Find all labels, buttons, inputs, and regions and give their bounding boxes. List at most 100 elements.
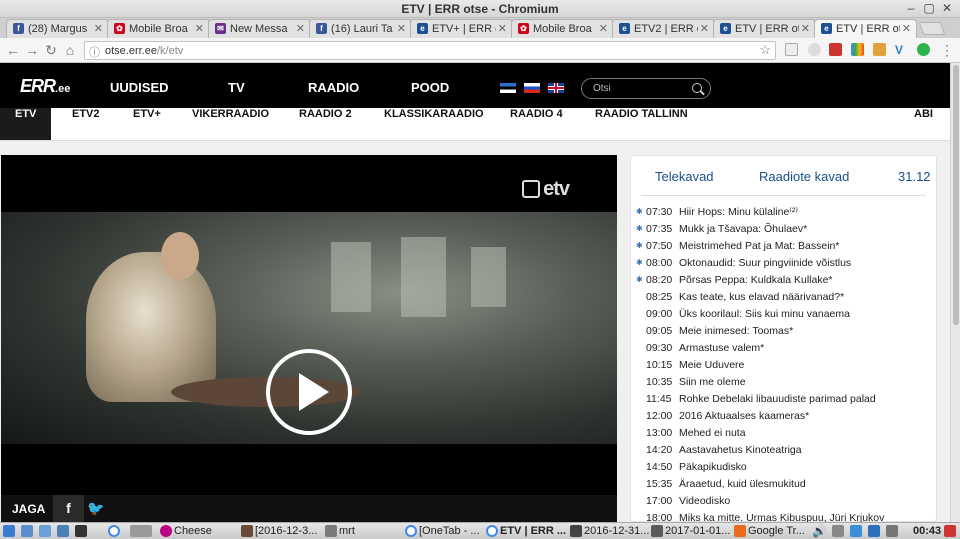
close-tab-icon[interactable]: ✕	[498, 22, 507, 35]
channel-etv2[interactable]: ETV2	[72, 108, 100, 140]
battery-icon[interactable]	[886, 525, 898, 537]
forward-icon[interactable]: →	[24, 42, 40, 58]
extension-icon[interactable]: V	[895, 43, 908, 57]
search-input[interactable]: Otsi	[581, 78, 711, 99]
schedule-row[interactable]: 14:50 Päkapikudisko	[631, 459, 931, 476]
launcher-icon[interactable]	[21, 525, 33, 537]
nav-raadio[interactable]: RAADIO	[308, 80, 359, 95]
channel-etv[interactable]: ETV	[0, 108, 52, 140]
schedule-row[interactable]: ✱ 07:30 Hiir Hops: Minu külaline⁽²⁾	[631, 204, 931, 221]
close-tab-icon[interactable]: ✕	[195, 22, 204, 35]
close-window-icon[interactable]: ✕	[940, 1, 954, 15]
schedule-row[interactable]: ✱ 07:35 Mukk ja Tšavapa: Õhulaev*	[631, 221, 931, 238]
replay-icon[interactable]: ✱	[636, 275, 643, 284]
schedule-row[interactable]: ✱ 07:50 Meistrimehed Pat ja Mat: Bassein*	[631, 238, 931, 255]
launcher-icon[interactable]	[57, 525, 69, 537]
info-icon[interactable]: ⓘ	[89, 44, 100, 60]
address-bar[interactable]: ⓘ otse.err.ee/k/etv ☆	[84, 41, 776, 60]
new-tab-button[interactable]	[918, 22, 946, 35]
close-tab-icon[interactable]: ✕	[94, 22, 103, 35]
tab-raadiote-kavad[interactable]: Raadiote kavad	[759, 169, 849, 184]
extension-icon[interactable]	[917, 43, 930, 56]
taskbar-window-google[interactable]: Google Tr...	[748, 524, 805, 539]
menu-icon[interactable]: ⋮	[939, 42, 955, 59]
channel-etv-plus[interactable]: ETV+	[133, 108, 161, 140]
help-link[interactable]: ABI	[914, 108, 933, 140]
nav-uudised[interactable]: UUDISED	[110, 80, 169, 95]
taskbar-window[interactable]: 2017-01-01...	[665, 524, 730, 539]
err-logo[interactable]: ERR.ee	[20, 76, 70, 97]
schedule-row[interactable]: 13:00 Mehed ei nuta	[631, 425, 931, 442]
browser-tab[interactable]: e ETV+ | ERR o ✕	[410, 19, 513, 38]
tab-telekavad[interactable]: Telekavad	[655, 169, 714, 184]
video-player[interactable]: etv JAGA f 🐦	[1, 155, 617, 522]
bookmark-star-icon[interactable]: ☆	[759, 42, 771, 58]
taskbar-window[interactable]: [2016-12-3...	[255, 524, 317, 539]
taskbar-window-mrt[interactable]: mrt	[339, 524, 355, 539]
schedule-row[interactable]: 14:20 Aastavahetus Kinoteatriga	[631, 442, 931, 459]
browser-tab[interactable]: e ETV | ERR ot ✕	[713, 19, 816, 38]
channel-raadio-2[interactable]: RAADIO 2	[299, 108, 352, 140]
schedule-row[interactable]: 11:45 Rohke Debelaki libauudiste parimad …	[631, 391, 931, 408]
reload-icon[interactable]: ↻	[43, 42, 59, 59]
browser-tab[interactable]: f (16) Lauri Ta ✕	[309, 19, 412, 38]
browser-tab[interactable]: e ETV | ERR ot ✕	[814, 19, 917, 39]
replay-icon[interactable]: ✱	[636, 258, 643, 267]
close-tab-icon[interactable]: ✕	[397, 22, 406, 35]
schedule-row[interactable]: 09:05 Meie inimesed: Toomas*	[631, 323, 931, 340]
schedule-date[interactable]: 31.12	[898, 169, 931, 184]
chromium-icon[interactable]	[108, 525, 120, 537]
taskbar-window[interactable]: 2016-12-31...	[584, 524, 649, 539]
terminal-icon[interactable]	[75, 525, 87, 537]
browser-tab[interactable]: e ETV2 | ERR o ✕	[612, 19, 715, 38]
schedule-row[interactable]: ✱ 08:20 Põrsas Peppa: Kuldkala Kullake*	[631, 272, 931, 289]
schedule-row[interactable]: 10:35 Siin me oleme	[631, 374, 931, 391]
launcher-icon[interactable]	[130, 525, 152, 537]
close-tab-icon[interactable]: ✕	[599, 22, 608, 35]
extension-icon[interactable]	[808, 43, 821, 56]
channel-vikerraadio[interactable]: VIKERRAADIO	[192, 108, 269, 140]
twitter-share-icon[interactable]: 🐦	[87, 500, 104, 517]
volume-icon[interactable]: 🔊	[812, 524, 827, 539]
schedule-row[interactable]: ✱ 08:00 Oktonaudid: Suur pingviinide võist…	[631, 255, 931, 272]
back-icon[interactable]: ←	[5, 42, 21, 58]
facebook-share-icon[interactable]: f	[53, 495, 84, 522]
schedule-row[interactable]: 09:30 Armastuse valem*	[631, 340, 931, 357]
power-icon[interactable]	[944, 525, 956, 537]
taskbar-window-onetab[interactable]: [OneTab - ...	[419, 524, 480, 539]
schedule-row[interactable]: 10:15 Meie Uduvere	[631, 357, 931, 374]
russian-flag-icon[interactable]	[524, 83, 540, 93]
browser-tab[interactable]: f (28) Margus ✕	[6, 19, 109, 38]
close-tab-icon[interactable]: ✕	[296, 22, 305, 35]
replay-icon[interactable]: ✱	[636, 224, 643, 233]
schedule-row[interactable]: 12:00 2016 Aktuaalses kaameras*	[631, 408, 931, 425]
replay-icon[interactable]: ✱	[636, 207, 643, 216]
start-menu-icon[interactable]	[3, 525, 15, 537]
channel-raadio-tallinn[interactable]: RAADIO TALLINN	[595, 108, 688, 140]
extension-icon[interactable]	[851, 43, 864, 56]
close-tab-icon[interactable]: ✕	[801, 22, 810, 35]
close-tab-icon[interactable]: ✕	[902, 22, 911, 35]
schedule-row[interactable]: 08:25 Kas teate, kus elavad näärivanad?*	[631, 289, 931, 306]
browser-tab[interactable]: ✿ Mobile Broa ✕	[511, 19, 614, 38]
schedule-row[interactable]: 17:00 Videodisko	[631, 493, 931, 510]
schedule-row[interactable]: 15:35 Äraaetud, kuid ülesmukitud	[631, 476, 931, 493]
replay-icon[interactable]: ✱	[636, 241, 643, 250]
schedule-row[interactable]: 18:00 Miks ka mitte. Urmas Kibuspuu, Jüri…	[631, 510, 931, 522]
nav-tv[interactable]: TV	[228, 80, 245, 95]
taskbar-window-cheese[interactable]: Cheese	[174, 524, 212, 539]
channel-klassikaraadio[interactable]: KLASSIKARAADIO	[384, 108, 484, 140]
maximize-icon[interactable]: ▢	[922, 1, 936, 15]
search-icon[interactable]	[692, 83, 702, 93]
scrollbar-thumb[interactable]	[953, 65, 959, 325]
browser-tab[interactable]: ✉ New Messa ✕	[208, 19, 311, 38]
extension-icon[interactable]	[873, 43, 886, 56]
tray-icon[interactable]	[850, 525, 862, 537]
network-icon[interactable]	[868, 525, 880, 537]
extension-icon[interactable]	[785, 43, 798, 56]
extension-icon[interactable]	[829, 43, 842, 56]
taskbar-window-etv[interactable]: ETV | ERR ...	[500, 524, 566, 539]
browser-tab[interactable]: ✿ Mobile Broa ✕	[107, 19, 210, 38]
uk-flag-icon[interactable]	[548, 83, 564, 93]
tray-icon[interactable]	[832, 525, 844, 537]
